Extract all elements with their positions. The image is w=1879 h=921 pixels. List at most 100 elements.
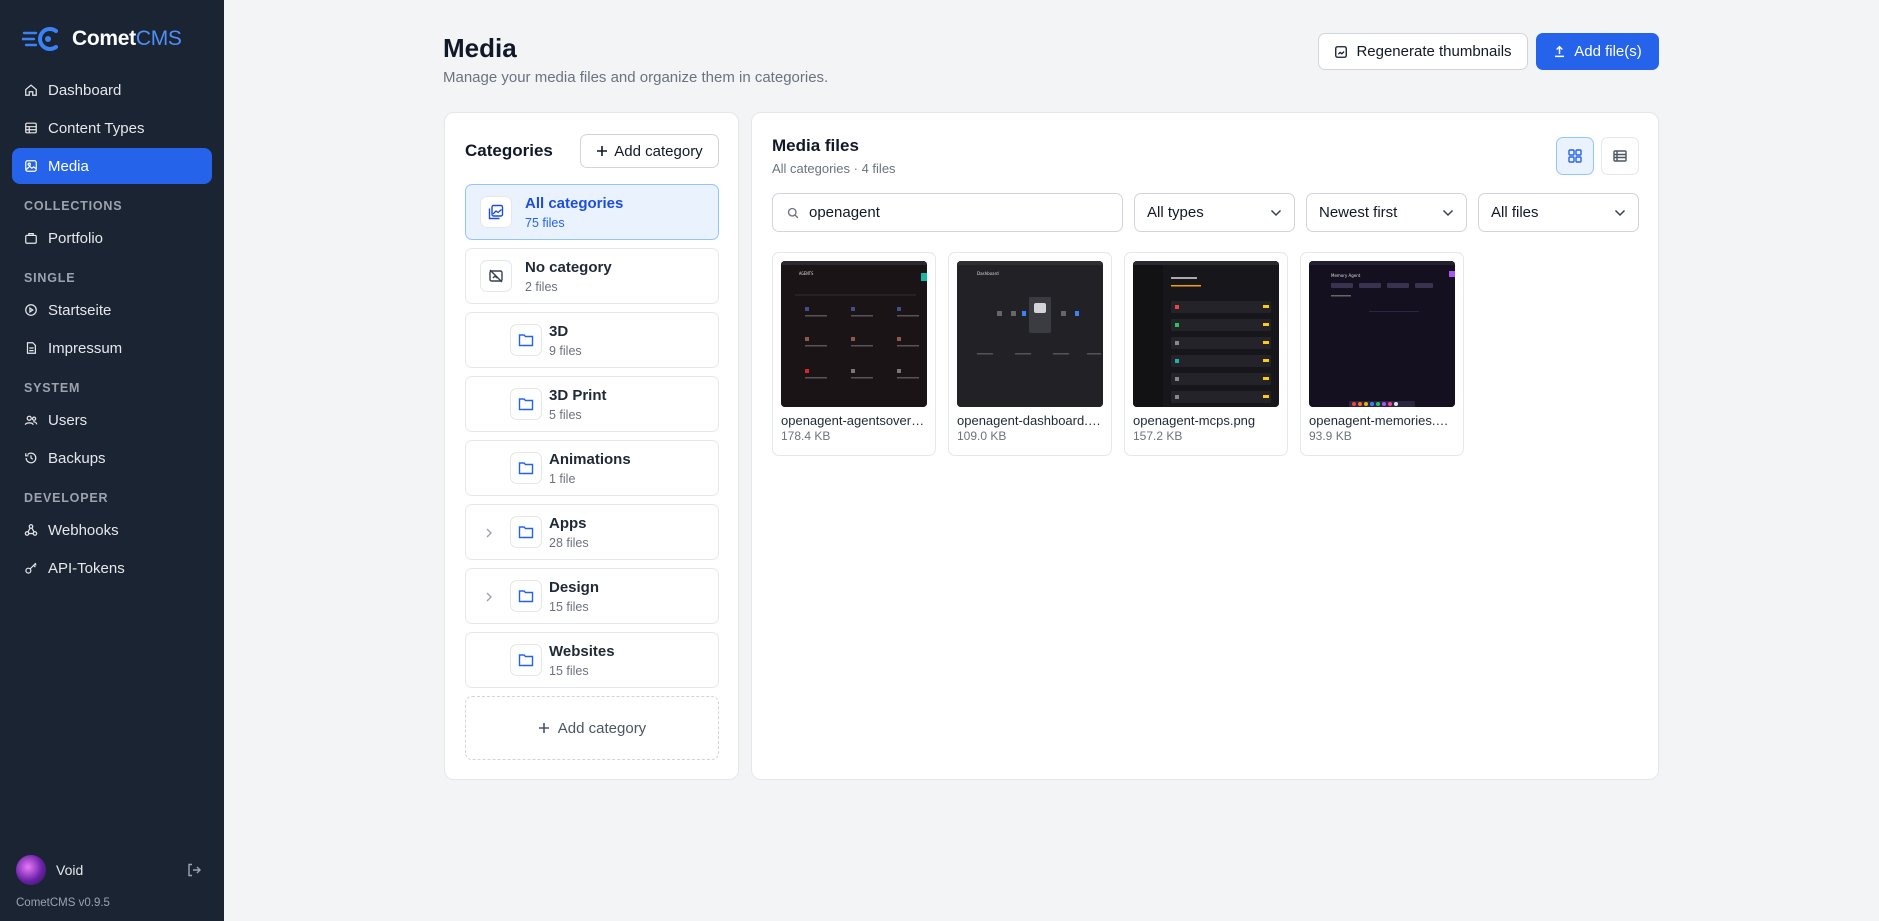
category-name: Websites [549, 643, 615, 660]
folder-icon [510, 388, 542, 420]
media-thumbnail: Memory Agent [1309, 261, 1455, 407]
category-design[interactable]: Design 15 files [465, 568, 719, 624]
app-version: CometCMS v0.9.5 [16, 897, 110, 909]
sidebar-item-impressum[interactable]: Impressum [12, 330, 212, 366]
svg-text:Memory Agent: Memory Agent [1331, 273, 1361, 278]
chevron-right-icon[interactable] [485, 592, 493, 602]
image-off-icon [480, 260, 512, 292]
sidebar-item-backups[interactable]: Backups [12, 440, 212, 476]
sidebar-item-media[interactable]: Media [12, 148, 212, 184]
nav-section-system: SYSTEM [24, 381, 81, 395]
logout-button[interactable] [186, 862, 202, 883]
type-filter-select[interactable]: All types [1134, 193, 1295, 232]
sidebar-item-label: Dashboard [48, 81, 122, 99]
page-subtitle: Manage your media files and organize the… [443, 69, 829, 86]
media-item[interactable]: Memory Agent openagent-memories.png 93.9… [1300, 252, 1464, 456]
app-name: CometCMS [72, 27, 182, 50]
plus-icon [597, 146, 608, 156]
category-count: 28 files [549, 536, 589, 550]
category-3d-print[interactable]: 3D Print 5 files [465, 376, 719, 432]
add-category-button[interactable]: Add category [580, 134, 719, 168]
category-websites[interactable]: Websites 15 files [465, 632, 719, 688]
add-category-bottom-button[interactable]: Add category [465, 696, 719, 760]
media-subtitle: All categories · 4 files [772, 161, 896, 176]
svg-text:Dashboard: Dashboard [977, 271, 999, 276]
image-refresh-icon [1335, 45, 1348, 58]
users-icon [24, 415, 38, 426]
category-name: No category [525, 259, 612, 276]
media-item[interactable]: openagent-mcps.png 157.2 KB [1124, 252, 1288, 456]
file-icon [26, 342, 36, 354]
category-count: 1 file [549, 472, 576, 486]
category-list: All categories 75 files No category 2 fi… [465, 184, 719, 760]
category-name: Animations [549, 451, 631, 468]
media-file-size: 109.0 KB [957, 429, 1007, 443]
sidebar-item-label: Media [48, 157, 89, 175]
media-item[interactable]: Dashboard openagent-dashboard.png 109.0 … [948, 252, 1112, 456]
search-icon [787, 207, 799, 218]
sidebar: CometCMS Dashboard Content Types Media C… [0, 0, 224, 921]
list-view-button[interactable] [1601, 137, 1639, 175]
category-animations[interactable]: Animations 1 file [465, 440, 719, 496]
search-input[interactable] [809, 204, 1099, 221]
nav-section-developer: DEVELOPER [24, 491, 109, 505]
category-3d[interactable]: 3D 9 files [465, 312, 719, 368]
home-icon [25, 84, 37, 96]
comet-logo-icon [22, 27, 58, 51]
app-logo[interactable]: CometCMS [22, 24, 182, 54]
add-category-label: Add category [557, 719, 647, 737]
categories-title: Categories [465, 141, 553, 160]
category-count: 75 files [525, 216, 565, 230]
search-field[interactable] [772, 193, 1123, 232]
sidebar-item-startseite[interactable]: Startseite [12, 292, 212, 328]
chevron-down-icon [1442, 209, 1454, 216]
sidebar-item-label: API-Tokens [48, 559, 125, 577]
sidebar-item-dashboard[interactable]: Dashboard [12, 72, 212, 108]
add-files-label: Add file(s) [1574, 43, 1642, 60]
category-name: All categories [525, 195, 624, 212]
image-icon [25, 160, 37, 172]
category-count: 15 files [549, 600, 589, 614]
sidebar-item-label: Users [48, 411, 88, 429]
user-name: Void [56, 862, 84, 878]
category-name: 3D [549, 323, 569, 340]
grid-icon [1568, 149, 1582, 163]
regenerate-thumbnails-button[interactable]: Regenerate thumbnails [1318, 33, 1528, 70]
category-count: 5 files [549, 408, 582, 422]
sidebar-item-label: Content Types [48, 119, 145, 137]
sidebar-item-label: Backups [48, 449, 106, 467]
grid-view-button[interactable] [1556, 137, 1594, 175]
sidebar-item-content-types[interactable]: Content Types [12, 110, 212, 146]
sidebar-item-portfolio[interactable]: Portfolio [12, 220, 212, 256]
media-file-name: openagent-dashboard.png [957, 413, 1103, 428]
table-icon [25, 122, 37, 134]
media-thumbnail: Dashboard [957, 261, 1103, 407]
category-all[interactable]: All categories 75 files [465, 184, 719, 240]
nav-section-single: SINGLE [24, 271, 76, 285]
category-count: 9 files [549, 344, 582, 358]
media-thumbnail [1133, 261, 1279, 407]
webhook-icon [24, 524, 38, 536]
images-icon [480, 196, 512, 228]
sort-select[interactable]: Newest first [1306, 193, 1467, 232]
folder-icon [510, 580, 542, 612]
category-name: Apps [549, 515, 587, 532]
media-item[interactable]: AGENTS openagent-agentsoverview.png 178.… [772, 252, 936, 456]
page-title: Media [443, 33, 517, 63]
category-name: 3D Print [549, 387, 607, 404]
sidebar-item-users[interactable]: Users [12, 402, 212, 438]
regenerate-thumbnails-label: Regenerate thumbnails [1356, 43, 1512, 60]
category-none[interactable]: No category 2 files [465, 248, 719, 304]
categories-panel: Categories Add category All categories 7… [444, 112, 739, 780]
file-filter-select[interactable]: All files [1478, 193, 1639, 232]
chevron-right-icon[interactable] [485, 528, 493, 538]
add-files-button[interactable]: Add file(s) [1536, 33, 1659, 70]
user-profile[interactable]: Void [16, 855, 83, 885]
circle-play-icon [25, 304, 37, 316]
category-apps[interactable]: Apps 28 files [465, 504, 719, 560]
media-file-size: 157.2 KB [1133, 429, 1183, 443]
media-file-name: openagent-agentsoverview.png [781, 413, 927, 428]
sidebar-item-webhooks[interactable]: Webhooks [12, 512, 212, 548]
category-name: Design [549, 579, 600, 596]
sidebar-item-api-tokens[interactable]: API-Tokens [12, 550, 212, 586]
